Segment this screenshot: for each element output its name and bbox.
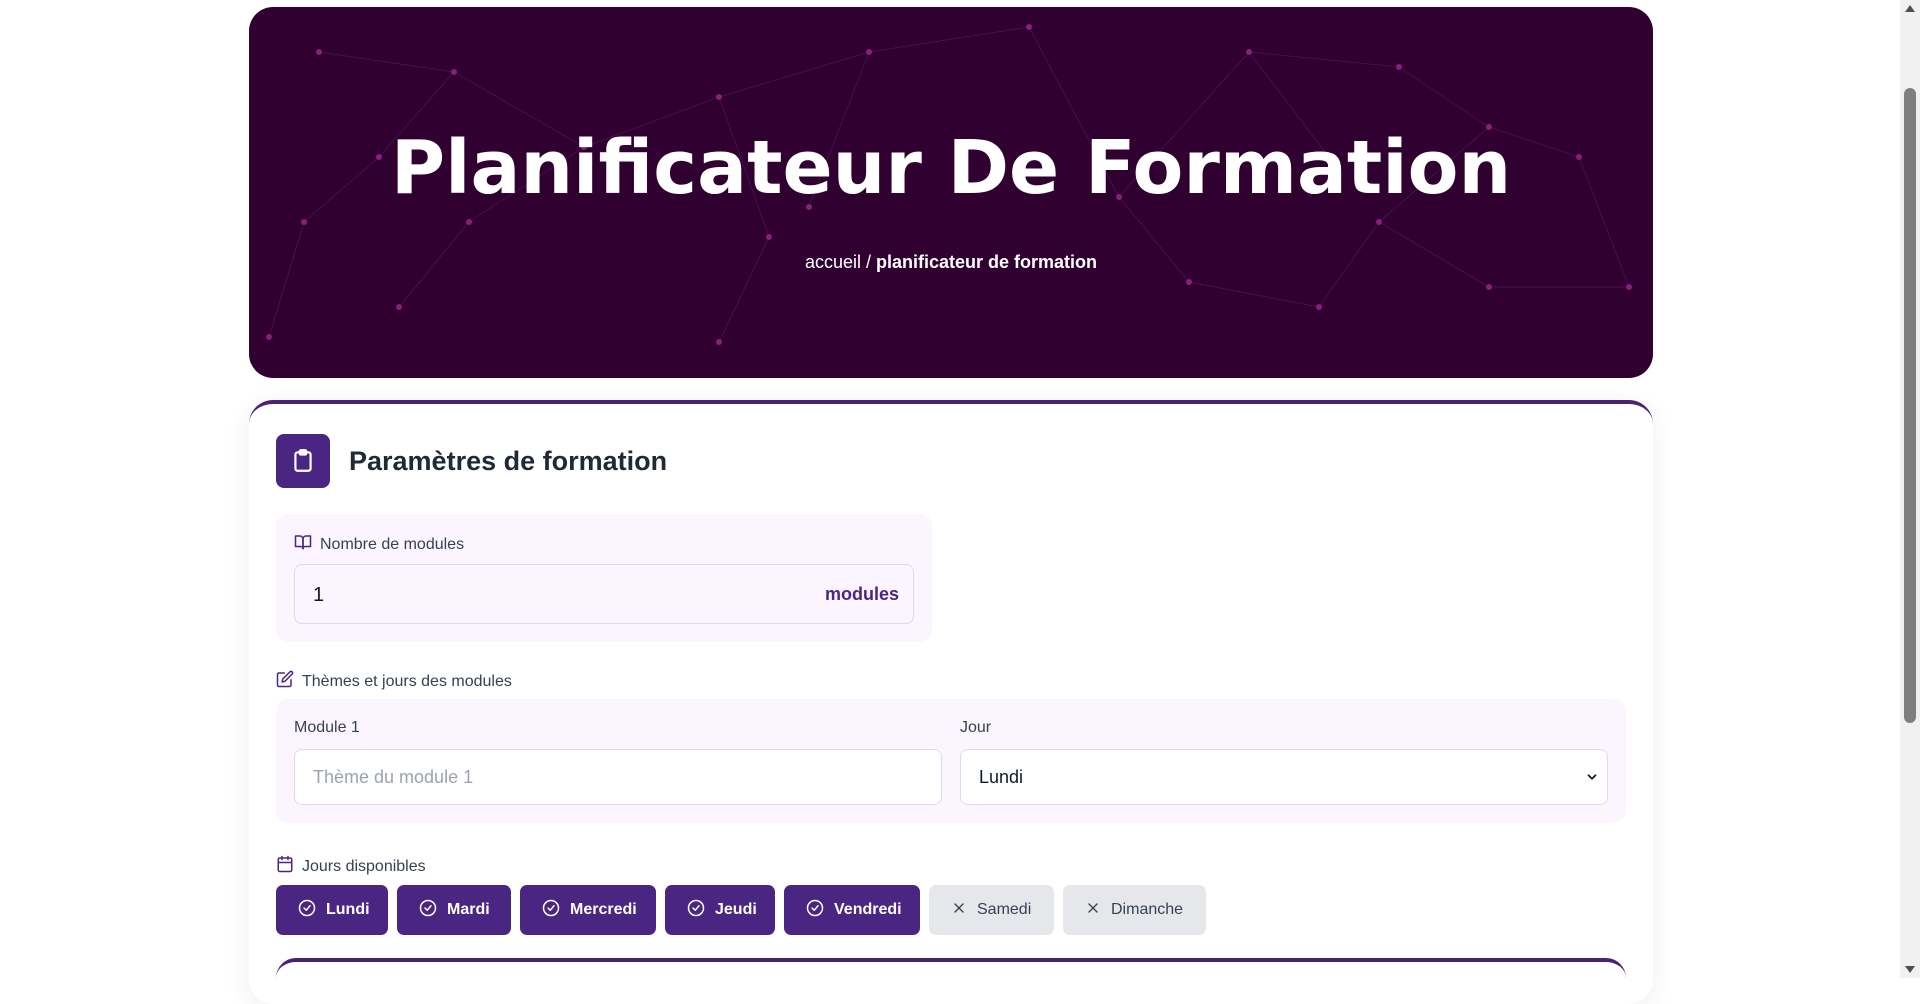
module-count-value: 1 (313, 584, 325, 606)
module-count-suffix: modules (824, 584, 899, 604)
scrollbar-thumb[interactable] (1904, 88, 1916, 723)
hero-banner: Planificateur De Formation accueil / pla… (249, 7, 1653, 378)
themes-label: Thèmes et jours des modules (302, 672, 512, 690)
settings-title: Paramètres de formation (349, 445, 668, 476)
day-toggle-lundi[interactable]: Lundi (276, 885, 388, 935)
module-theme-placeholder: Thème du module 1 (313, 767, 474, 787)
check-circle-icon (542, 899, 560, 922)
chevron-down-icon (1585, 770, 1599, 789)
available-days-list: Lundi Mardi Mercredi Jeudi Vendredi Same… (276, 885, 1206, 935)
module-day-select[interactable]: Lundi (960, 749, 1608, 805)
day-toggle-label: Mardi (447, 901, 490, 918)
module-count-input[interactable]: 1 modules (294, 564, 914, 624)
module-theme-input[interactable]: Thème du module 1 (294, 749, 942, 805)
check-circle-icon (806, 899, 824, 922)
day-toggle-mardi[interactable]: Mardi (397, 885, 511, 935)
module-count-label-row: Nombre de modules (294, 533, 464, 556)
close-icon (951, 900, 967, 921)
settings-header: Paramètres de formation (276, 434, 667, 488)
edit-icon (276, 670, 294, 693)
day-toggle-label: Dimanche (1111, 901, 1184, 918)
next-section-edge (276, 958, 1626, 1002)
scroll-up-icon[interactable] (1905, 5, 1915, 12)
breadcrumb-separator: / (865, 252, 871, 272)
available-days-label-row: Jours disponibles (276, 855, 426, 878)
page-title: Planificateur De Formation (390, 125, 1512, 211)
available-days-label: Jours disponibles (302, 857, 426, 875)
day-label: Jour (960, 719, 992, 736)
day-toggle-jeudi[interactable]: Jeudi (665, 885, 775, 935)
breadcrumb-home-link[interactable]: accueil (805, 252, 861, 272)
day-toggle-label: Vendredi (834, 901, 902, 918)
module-count-label: Nombre de modules (320, 535, 465, 553)
day-toggle-label: Samedi (977, 901, 1032, 918)
clipboard-icon (276, 434, 330, 488)
module-row-1: Module 1 Jour Thème du module 1 Lundi (276, 699, 1626, 823)
themes-label-row: Thèmes et jours des modules (276, 670, 512, 693)
check-circle-icon (419, 899, 437, 922)
day-toggle-vendredi[interactable]: Vendredi (784, 885, 920, 935)
calendar-icon (276, 855, 294, 878)
page-scrollbar[interactable] (1900, 0, 1920, 978)
close-icon (1085, 900, 1101, 921)
book-icon (294, 533, 312, 556)
breadcrumb: accueil / planificateur de formation (249, 252, 1653, 273)
module-count-panel: Nombre de modules 1 modules (276, 514, 932, 642)
check-circle-icon (687, 899, 705, 922)
day-toggle-label: Jeudi (715, 901, 757, 918)
day-toggle-label: Lundi (326, 901, 370, 918)
settings-card: Paramètres de formation Nombre de module… (249, 400, 1653, 1004)
check-circle-icon (298, 899, 316, 922)
day-toggle-label: Mercredi (570, 901, 637, 918)
breadcrumb-current: planificateur de formation (876, 252, 1098, 272)
day-toggle-mercredi[interactable]: Mercredi (520, 885, 656, 935)
module-day-value: Lundi (979, 767, 1024, 787)
day-toggle-dimanche[interactable]: Dimanche (1063, 885, 1206, 935)
day-toggle-samedi[interactable]: Samedi (929, 885, 1054, 935)
module-label: Module 1 (294, 719, 360, 736)
scroll-down-icon[interactable] (1905, 966, 1915, 973)
